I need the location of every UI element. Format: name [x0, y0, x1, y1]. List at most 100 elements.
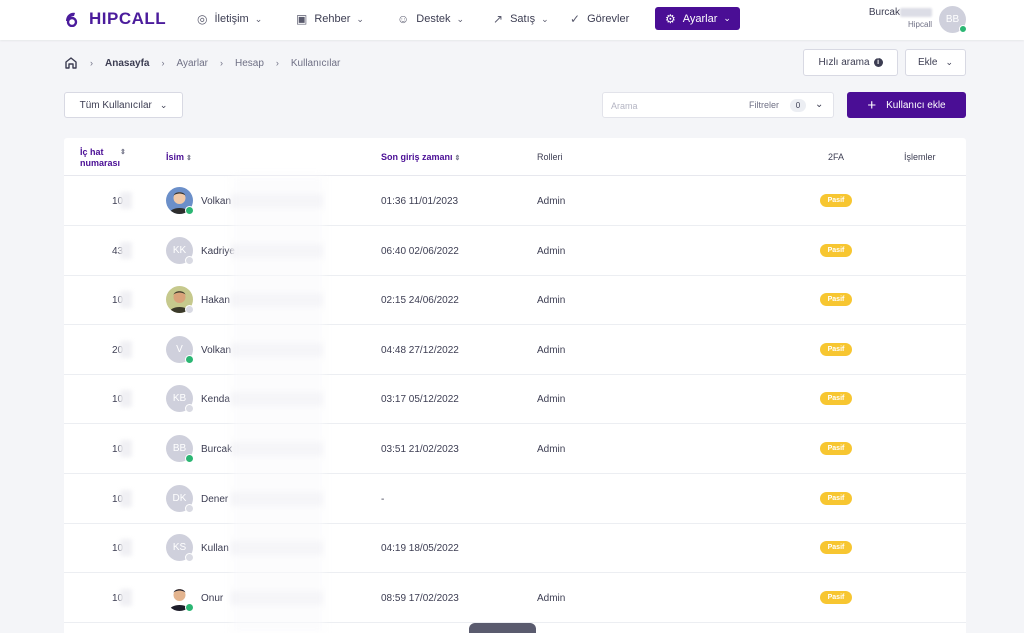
user-name[interactable]: Onur	[201, 593, 223, 604]
table-row[interactable]: 10 KB Kenda 03:17 05/12/2022 Admin Pasif	[64, 374, 966, 425]
redacted	[900, 7, 932, 17]
phone-logo-icon	[66, 12, 78, 27]
quick-search-button[interactable]: Hızlı arama i	[803, 49, 898, 76]
avatar-initials: BB	[172, 443, 187, 454]
redacted	[120, 291, 132, 309]
last-login: 08:59 17/02/2023	[381, 592, 459, 604]
user-role: Admin	[537, 444, 566, 455]
twofa-badge: Pasif	[820, 194, 852, 207]
table-row[interactable]: 10 Hakan 02:15 24/06/2022 Admin Pasif	[64, 275, 966, 326]
chevron-down-icon[interactable]: ⌄	[815, 99, 823, 110]
add-menu-label: Ekle	[918, 57, 938, 68]
breadcrumb-item[interactable]: Hesap	[235, 58, 264, 69]
chevron-right-icon: ›	[161, 58, 165, 68]
header-ext[interactable]: İç hat ⇕ numarası	[80, 147, 126, 168]
add-user-label: Kullanıcı ekle	[886, 99, 946, 111]
table-row[interactable]: 10 KS Kullan 04:19 18/05/2022 Pasif	[64, 523, 966, 574]
nav-label: Görevler	[587, 13, 630, 25]
table-row[interactable]: 10 Volkan 01:36 11/01/2023 Admin Pasif	[64, 176, 966, 226]
nav-label: İletişim	[214, 13, 249, 25]
redacted	[120, 192, 132, 209]
chevron-down-icon: ⌄	[456, 13, 465, 24]
home-icon[interactable]	[64, 56, 78, 70]
user-name[interactable]: Kenda	[201, 394, 230, 405]
table-row[interactable]: 10 DK Dener - Pasif	[64, 474, 966, 524]
user-name[interactable]: Kadriye	[201, 246, 235, 257]
search-input[interactable]	[611, 98, 731, 113]
avatar-initials: BB	[945, 14, 960, 25]
user-role: Admin	[537, 196, 566, 207]
user-avatar[interactable]: BB	[939, 6, 967, 33]
header-2fa: 2FA	[828, 152, 845, 162]
chevron-down-icon: ⌄	[254, 13, 263, 24]
breadcrumb: › Anasayfa › Ayarlar › Hesap › Kullanıcı…	[64, 55, 340, 71]
filters-count: 0	[790, 99, 806, 112]
table-row[interactable]: 20 V Volkan 04:48 27/12/2022 Admin Pasif	[64, 325, 966, 375]
sort-icon: ⇕	[454, 154, 461, 162]
avatar: KB	[166, 385, 194, 414]
nav-ayarlar[interactable]: ⚙ Ayarlar ⌄	[655, 7, 740, 30]
users-table: İç hat ⇕ numarası İsim ⇕ Son giriş zamanı…	[64, 138, 966, 633]
presence-dot	[185, 255, 194, 265]
user-name[interactable]: Hakan	[201, 295, 230, 306]
header-ext-line1: İç hat	[80, 147, 104, 157]
user-name[interactable]: Burcak	[201, 444, 232, 455]
nav-iletisim[interactable]: ◎ İletişim ⌄	[197, 8, 262, 30]
header-name[interactable]: İsim ⇕	[166, 152, 192, 162]
presence-dot	[185, 206, 194, 215]
quick-search-label: Hızlı arama	[818, 57, 870, 68]
chevron-down-icon: ⌄	[723, 13, 731, 23]
hipcall-logo[interactable]: HIPCALL	[64, 9, 166, 29]
redacted	[120, 440, 132, 457]
nav-gorevler[interactable]: ✓ Görevler	[570, 8, 629, 30]
chevron-right-icon: ›	[275, 58, 279, 68]
search-box: Filtreler 0 ⌄	[602, 92, 834, 118]
scrollbar-handle[interactable]	[469, 623, 536, 633]
user-role: Admin	[537, 592, 566, 604]
plus-icon: +	[867, 96, 877, 114]
twofa-badge: Pasif	[820, 491, 852, 505]
user-org: Hipcall	[907, 20, 932, 29]
contacts-icon: ▣	[296, 12, 308, 26]
table-row[interactable]: 10 Onur 08:59 17/02/2023 Admin Pasif	[64, 573, 966, 623]
filters-label[interactable]: Filtreler	[749, 100, 779, 110]
nav-satis[interactable]: ↗ Satış ⌄	[493, 8, 549, 30]
last-login: -	[381, 493, 385, 505]
user-name[interactable]: Kullan	[201, 543, 229, 554]
chevron-right-icon: ›	[219, 58, 223, 68]
top-nav: HIPCALL ◎ İletişim ⌄ ▣ Rehber ⌄ ☺ Destek…	[0, 0, 1024, 40]
chevron-down-icon: ⌄	[541, 13, 549, 24]
presence-dot	[185, 305, 194, 315]
table-row[interactable]: 43 KK Kadriye 06:40 02/06/2022 Admin Pasif	[64, 226, 966, 276]
gear-icon: ⚙	[665, 11, 676, 26]
chevron-down-icon: ⌄	[356, 13, 364, 24]
user-filter-select[interactable]: Tüm Kullanıcılar ⌄	[64, 92, 183, 118]
redacted	[120, 390, 132, 408]
nav-label: Ayarlar	[682, 12, 718, 25]
trend-icon: ↗	[493, 12, 504, 26]
presence-dot	[185, 354, 194, 364]
info-icon: i	[873, 58, 883, 67]
user-name[interactable]: Volkan	[201, 196, 231, 207]
add-user-button[interactable]: + Kullanıcı ekle	[847, 92, 966, 118]
user-name[interactable]: Dener	[201, 494, 228, 505]
last-login: 03:51 21/02/2023	[381, 444, 459, 455]
user-name[interactable]: Volkan	[201, 345, 231, 356]
table-row[interactable]: 10 BB Burcak 03:51 21/02/2023 Admin Pasif	[64, 424, 966, 474]
avatar: KK	[166, 236, 194, 265]
twofa-badge: Pasif	[820, 293, 852, 307]
user-role: Admin	[537, 245, 566, 257]
twofa-badge: Pasif	[820, 243, 852, 257]
twofa-badge: Pasif	[820, 442, 852, 455]
header-last-login[interactable]: Son giriş zamanı ⇕	[381, 152, 460, 162]
nav-rehber[interactable]: ▣ Rehber ⌄	[296, 8, 364, 30]
add-menu-button[interactable]: Ekle ⌄	[905, 49, 966, 76]
breadcrumb-item[interactable]: Anasayfa	[105, 58, 149, 69]
nav-destek[interactable]: ☺ Destek ⌄	[397, 8, 464, 30]
user-role: Admin	[537, 344, 566, 356]
twofa-badge: Pasif	[820, 342, 852, 356]
presence-dot	[185, 553, 194, 563]
sort-icon: ⇕	[186, 154, 192, 162]
user-menu[interactable]: Burcak Hipcall	[866, 7, 932, 29]
breadcrumb-item[interactable]: Ayarlar	[176, 58, 208, 69]
